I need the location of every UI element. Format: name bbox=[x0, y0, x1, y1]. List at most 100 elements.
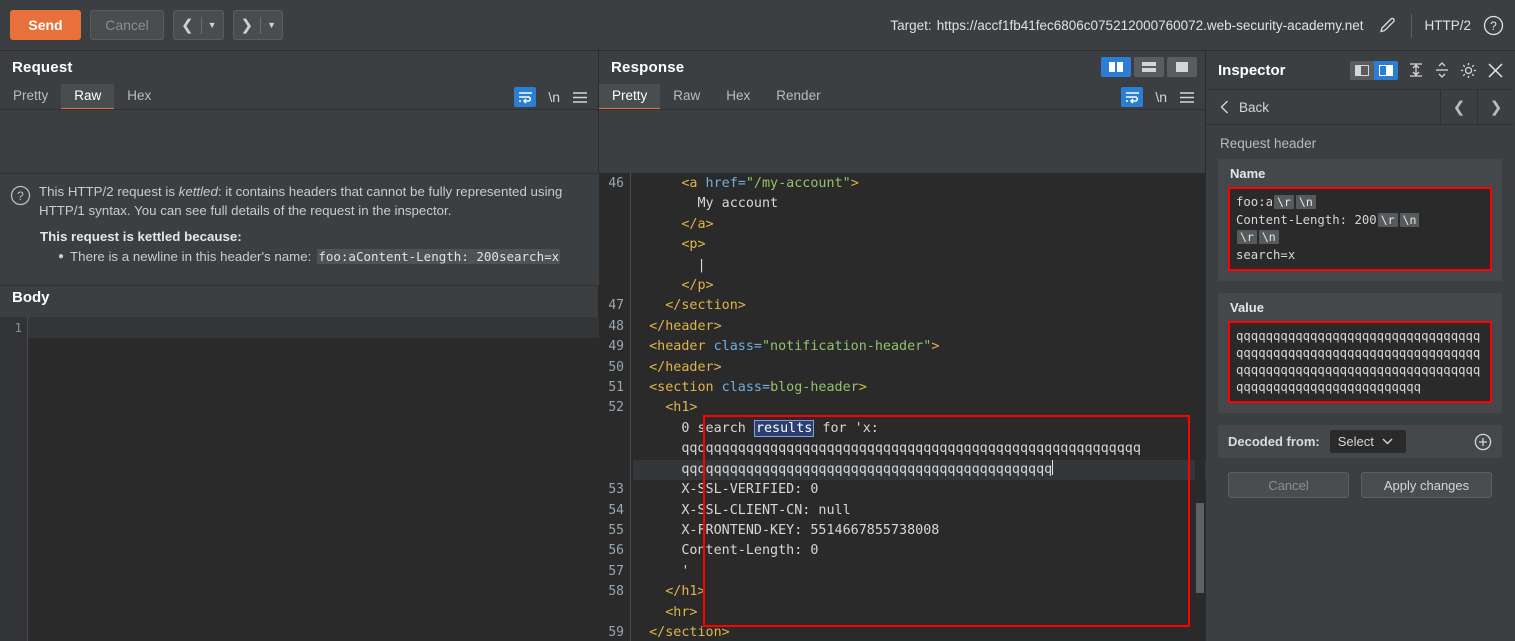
decoded-from-value: Select bbox=[1337, 434, 1374, 449]
code-line[interactable]: <a href="/my-account"> bbox=[633, 174, 1206, 194]
pencil-icon[interactable] bbox=[1375, 14, 1399, 38]
show-newlines-icon[interactable]: \n bbox=[548, 89, 560, 105]
panel-left-icon[interactable] bbox=[1350, 60, 1374, 80]
chevron-down-icon[interactable]: ▼ bbox=[202, 20, 223, 30]
code-line[interactable]: ' bbox=[633, 562, 1206, 582]
line-number bbox=[599, 419, 624, 439]
burp-repeater-window: Send Cancel ❮ ▼ ❯ ▼ Target: https://accf… bbox=[0, 0, 1515, 641]
back-button[interactable]: Back bbox=[1206, 90, 1440, 124]
code-line[interactable]: qqqqqqqqqqqqqqqqqqqqqqqqqqqqqqqqqqqqqqqq… bbox=[633, 459, 1206, 481]
inspector-layout-toggle bbox=[1350, 60, 1398, 80]
chevron-down-icon[interactable]: ▼ bbox=[261, 20, 282, 30]
code-token: class= bbox=[713, 380, 771, 396]
send-button[interactable]: Send bbox=[10, 10, 81, 40]
value-field-input[interactable]: qqqqqqqqqqqqqqqqqqqqqqqqqqqqqqqqqqqqqqqq… bbox=[1228, 321, 1492, 403]
code-line[interactable]: </p> bbox=[633, 276, 1206, 296]
gear-icon[interactable] bbox=[1460, 62, 1477, 79]
show-newlines-icon[interactable]: \n bbox=[1155, 89, 1167, 105]
decoded-from-select[interactable]: Select bbox=[1329, 430, 1406, 453]
code-line[interactable]: </header> bbox=[633, 317, 1206, 337]
notice-text-kettled: kettled bbox=[178, 184, 218, 199]
code-line[interactable]: <section class=blog-header> bbox=[633, 378, 1206, 398]
code-line[interactable]: <hr> bbox=[633, 603, 1206, 623]
code-line[interactable]: </header> bbox=[633, 358, 1206, 378]
code-token: | bbox=[633, 257, 706, 273]
code-line[interactable]: Content-Length: 0 bbox=[633, 541, 1206, 561]
code-line[interactable]: <h1> bbox=[633, 398, 1206, 418]
chevron-left-icon[interactable]: ❮ bbox=[174, 18, 201, 33]
word-wrap-icon[interactable] bbox=[514, 87, 537, 107]
target-url: https://accf1fb41fec6806c075212000760072… bbox=[936, 18, 1364, 33]
word-wrap-icon[interactable] bbox=[1121, 87, 1144, 107]
response-scrollbar-track[interactable] bbox=[1195, 173, 1205, 641]
panel-right-icon[interactable] bbox=[1374, 60, 1398, 80]
response-code[interactable]: <a href="/my-account"> My account </a> <… bbox=[631, 173, 1206, 641]
panes-container: Request Pretty Raw Hex \n ? This HTTP/2 … bbox=[0, 51, 1515, 641]
tab-raw[interactable]: Raw bbox=[660, 84, 713, 110]
code-line[interactable]: My account bbox=[633, 194, 1206, 214]
split-vertical-icon[interactable] bbox=[1101, 57, 1131, 77]
menu-icon[interactable] bbox=[1179, 91, 1195, 104]
response-tabs: Pretty Raw Hex Render \n bbox=[599, 82, 1205, 110]
line-number bbox=[599, 276, 624, 296]
notice-bullet-code: foo:aContent-Length: 200search=x bbox=[317, 249, 561, 264]
code-token: for 'x: bbox=[814, 420, 879, 436]
single-pane-icon[interactable] bbox=[1167, 57, 1197, 77]
code-token: "/my-account" bbox=[745, 176, 851, 191]
escape-chip: \r bbox=[1377, 212, 1398, 227]
code-line[interactable]: </section> bbox=[633, 623, 1206, 641]
forward-nav-group[interactable]: ❯ ▼ bbox=[232, 10, 283, 40]
inspector-cancel-button[interactable]: Cancel bbox=[1228, 472, 1349, 498]
line-number bbox=[599, 439, 624, 459]
inspector-header: Inspector bbox=[1206, 51, 1514, 89]
code-line[interactable]: <p> bbox=[633, 235, 1206, 255]
code-line[interactable]: X-FRONTEND-KEY: 5514667855738008 bbox=[633, 521, 1206, 541]
line-number: 46 bbox=[608, 176, 624, 191]
code-token: </header> bbox=[649, 359, 722, 375]
split-horizontal-icon[interactable] bbox=[1134, 57, 1164, 77]
name-field-label: Name bbox=[1230, 166, 1266, 181]
collapse-all-icon[interactable] bbox=[1408, 62, 1424, 78]
request-tabs: Pretty Raw Hex \n bbox=[0, 82, 598, 110]
name-field-input[interactable]: foo:a \r \n Content-Length: 200 \r \n \r \n sear… bbox=[1228, 187, 1492, 271]
tab-hex[interactable]: Hex bbox=[713, 84, 763, 110]
code-line[interactable]: </a> bbox=[633, 215, 1206, 235]
plus-circle-icon[interactable] bbox=[1474, 433, 1492, 451]
tab-hex[interactable]: Hex bbox=[114, 84, 164, 110]
response-editor[interactable]: 46 474849505152 535455565758 596061 <a h… bbox=[599, 173, 1206, 641]
code-line[interactable]: 0 search results for 'x: bbox=[633, 419, 1206, 439]
code-line[interactable]: </h1> bbox=[633, 582, 1206, 602]
code-token: X-SSL-VERIFIED: 0 bbox=[633, 482, 819, 498]
close-icon[interactable] bbox=[1487, 62, 1504, 79]
response-scrollbar-thumb[interactable] bbox=[1196, 503, 1204, 593]
line-number: 59 bbox=[608, 624, 624, 640]
inspector-prev-button[interactable]: ❮ bbox=[1440, 90, 1477, 124]
expand-all-icon[interactable] bbox=[1434, 62, 1450, 78]
code-line[interactable]: X-SSL-VERIFIED: 0 bbox=[633, 480, 1206, 500]
tab-pretty[interactable]: Pretty bbox=[0, 84, 61, 110]
question-circle-icon[interactable]: ? bbox=[1483, 15, 1505, 37]
inspector-next-button[interactable]: ❯ bbox=[1477, 90, 1514, 124]
tab-pretty[interactable]: Pretty bbox=[599, 84, 661, 110]
line-number: 53 bbox=[608, 482, 624, 498]
back-nav-group[interactable]: ❮ ▼ bbox=[173, 10, 224, 40]
code-line[interactable]: qqqqqqqqqqqqqqqqqqqqqqqqqqqqqqqqqqqqqqqq… bbox=[633, 439, 1206, 459]
decoded-from-row: Decoded from: Select bbox=[1218, 425, 1502, 458]
code-token: </header> bbox=[649, 318, 722, 334]
tab-raw[interactable]: Raw bbox=[61, 84, 115, 110]
chevron-right-icon[interactable]: ❯ bbox=[234, 18, 261, 33]
code-line[interactable]: </section> bbox=[633, 296, 1206, 316]
code-line[interactable]: <header class="notification-header"> bbox=[633, 337, 1206, 357]
notice-bullet-item: ● There is a newline in this header's na… bbox=[58, 249, 589, 264]
tab-render[interactable]: Render bbox=[763, 84, 833, 110]
request-body-editor[interactable]: 1 bbox=[0, 317, 599, 641]
notice-text-a: This HTTP/2 request is bbox=[39, 184, 179, 199]
cancel-button[interactable]: Cancel bbox=[90, 10, 164, 40]
selected-word[interactable]: results bbox=[753, 419, 815, 437]
menu-icon[interactable] bbox=[572, 91, 588, 104]
body-content[interactable] bbox=[28, 317, 599, 338]
code-line[interactable]: X-SSL-CLIENT-CN: null bbox=[633, 501, 1206, 521]
inspector-apply-button[interactable]: Apply changes bbox=[1361, 472, 1492, 498]
code-line[interactable]: | bbox=[633, 256, 1206, 276]
